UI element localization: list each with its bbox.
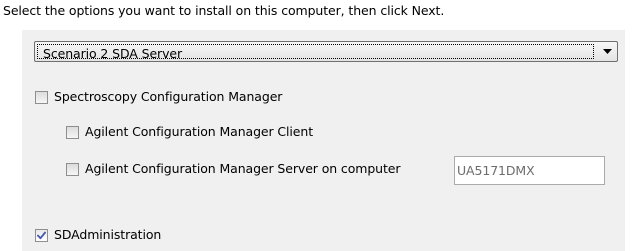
- computer-name-field[interactable]: UA5171DMX: [454, 156, 605, 185]
- sdadministration-label: SDAdministration: [54, 227, 162, 242]
- config-manager-client-checkbox[interactable]: [66, 126, 79, 139]
- config-manager-server-label: Agilent Configuration Manager Server on …: [85, 161, 401, 176]
- dropdown-arrow-icon[interactable]: [597, 42, 617, 61]
- instruction-text: Select the options you want to install o…: [3, 3, 445, 18]
- scenario-dropdown-face[interactable]: Scenario 2 SDA Server: [37, 44, 594, 61]
- spectroscopy-config-manager-label: Spectroscopy Configuration Manager: [54, 89, 283, 104]
- scenario-dropdown[interactable]: Scenario 2 SDA Server: [34, 41, 618, 62]
- sdadministration-checkbox[interactable]: [35, 229, 48, 242]
- check-mark-icon: [37, 231, 46, 240]
- scenario-selected-value: Scenario 2 SDA Server: [43, 46, 182, 61]
- computer-name-value: UA5171DMX: [457, 163, 535, 178]
- spectroscopy-config-manager-checkbox[interactable]: [35, 91, 48, 104]
- config-manager-client-label: Agilent Configuration Manager Client: [85, 124, 314, 139]
- options-panel: [22, 30, 625, 251]
- config-manager-server-checkbox[interactable]: [66, 163, 79, 176]
